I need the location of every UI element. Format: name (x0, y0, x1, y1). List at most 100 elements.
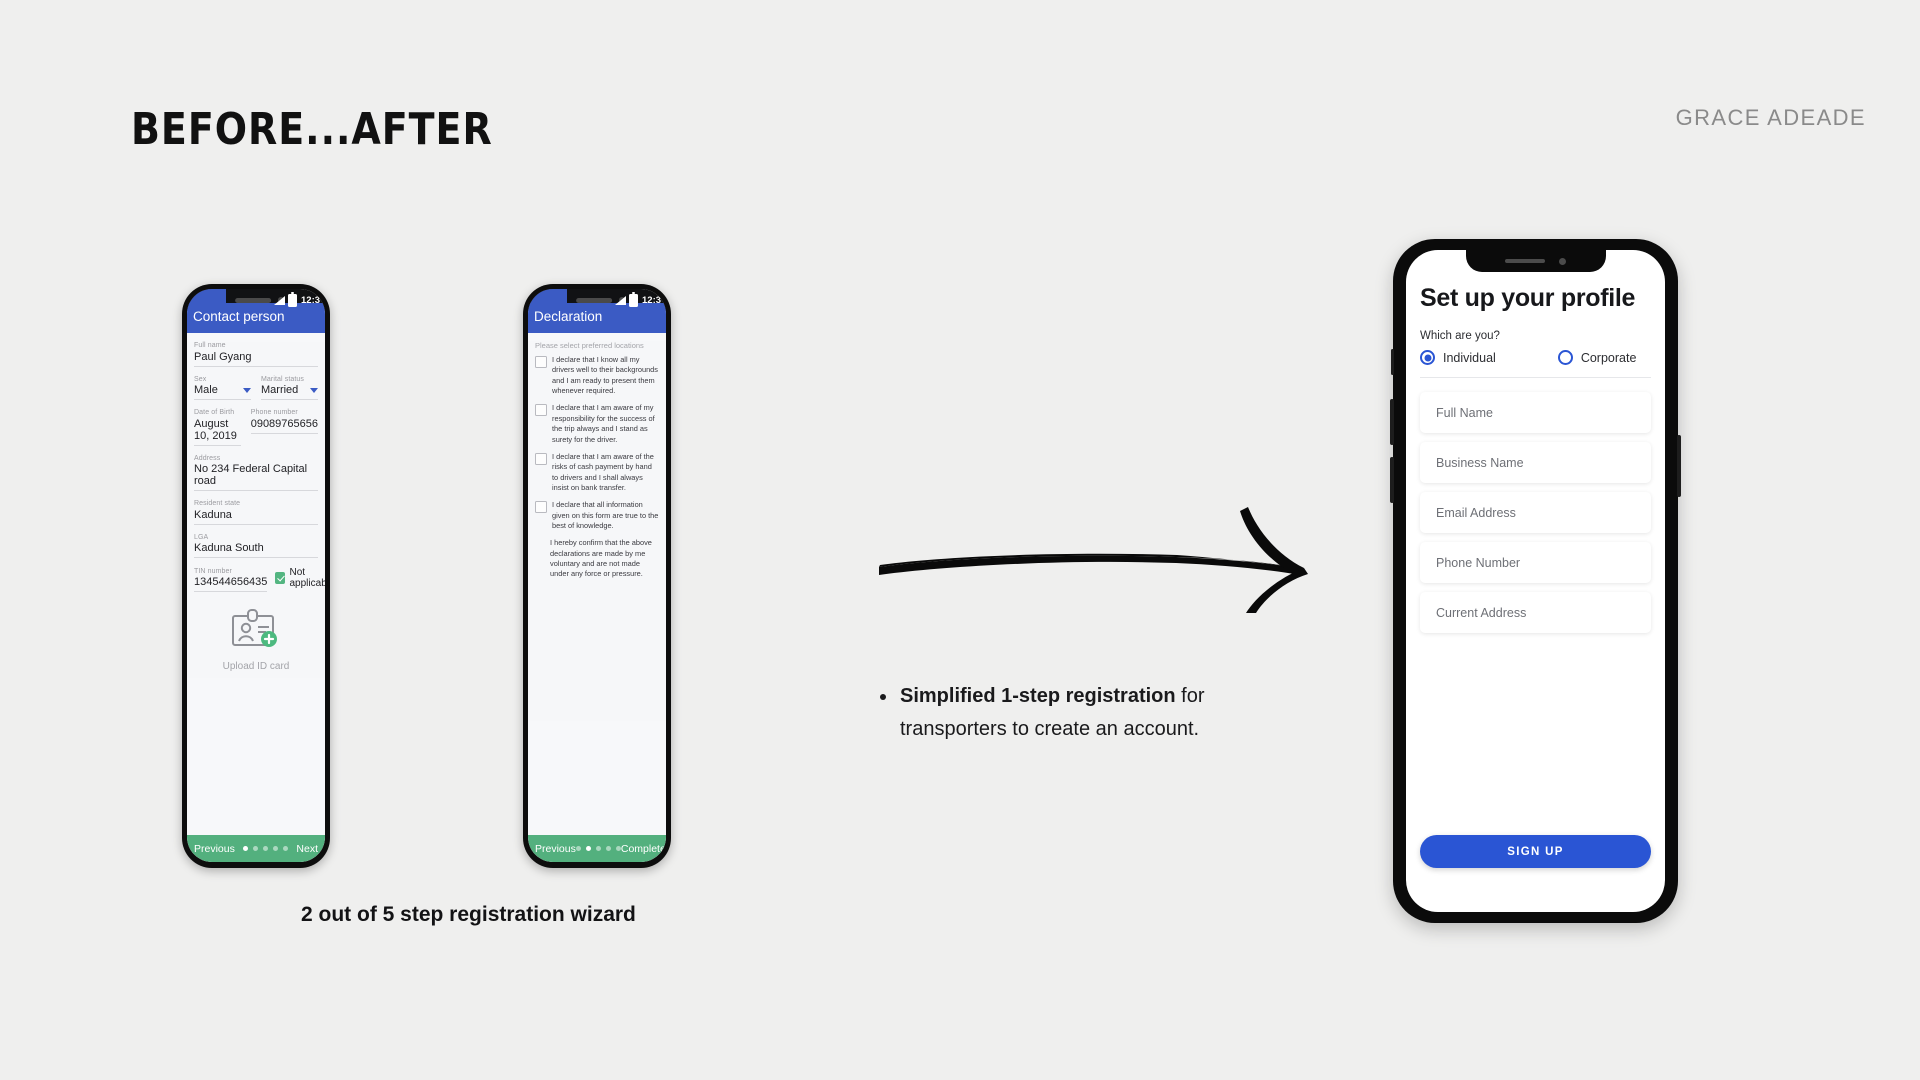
appbar-notch-fill (528, 289, 567, 305)
wizard-footer: Previous Complete (528, 835, 666, 862)
phone-screen: 12:3 Declaration Please select preferred… (528, 289, 666, 862)
contact-person-form: Full name Paul Gyang Sex Male Marital st… (187, 342, 325, 678)
declaration-item[interactable]: I declare that all information given on … (535, 500, 659, 531)
field-label: Address (194, 454, 221, 462)
app-bar: Declaration (528, 289, 666, 333)
app-bar-title: Contact person (193, 309, 285, 324)
step-dot (283, 846, 289, 851)
field-value: Kaduna South (194, 541, 318, 558)
declaration-item[interactable]: I declare that I know all my drivers wel… (535, 355, 659, 396)
radio-label: Individual (1443, 350, 1496, 365)
bullet-bold-text: Simplified 1-step registration (900, 685, 1176, 707)
field-lga[interactable]: LGA Kaduna South (194, 533, 318, 558)
hand-drawn-arrow (879, 507, 1308, 613)
declaration-text: I declare that I am aware of the risks o… (552, 451, 654, 492)
current-address-input[interactable]: Current Address (1420, 592, 1651, 633)
declaration-item[interactable]: I declare that I am aware of my responsi… (535, 403, 659, 444)
declaration-text: I declare that I know all my drivers wel… (552, 355, 658, 396)
radio-option-corporate[interactable]: Corporate (1557, 350, 1636, 365)
phone-screen: 12:3 Contact person Full name Paul Gyang… (187, 289, 325, 862)
field-value: 09089765656 (250, 416, 318, 434)
bullet-item: Simplified 1-step registration for trans… (898, 680, 1302, 746)
radio-selected-icon[interactable] (1420, 350, 1435, 365)
field-label: Marital status (261, 375, 305, 383)
app-bar-title: Declaration (534, 309, 603, 324)
not-applicable-checkbox[interactable]: Not applicable (275, 567, 325, 592)
step-dot (243, 846, 249, 851)
previous-button[interactable]: Previous (535, 843, 576, 855)
field-label: Date of Birth (194, 409, 235, 416)
caption-after: Simplified 1-step registration for trans… (872, 680, 1302, 746)
field-label: Full name (194, 342, 226, 349)
mute-switch[interactable] (1391, 349, 1394, 375)
previous-button[interactable]: Previous (194, 843, 235, 855)
field-full-name[interactable]: Full name Paul Gyang (194, 342, 318, 367)
step-indicator (243, 846, 289, 851)
checkbox-checked-icon[interactable] (275, 572, 285, 584)
caption-before: 2 out of 5 step registration wizard (301, 903, 636, 926)
upload-id-card-area[interactable]: Upload ID card (194, 592, 318, 678)
chevron-down-icon[interactable] (310, 387, 318, 393)
earpiece-speaker (1505, 258, 1545, 264)
checkbox-unchecked-icon[interactable] (535, 404, 547, 417)
signal-triangle-icon (615, 295, 626, 305)
field-sex[interactable]: Sex Male (194, 375, 251, 400)
checkbox-unchecked-icon[interactable] (535, 501, 547, 514)
business-name-input[interactable]: Business Name (1420, 442, 1651, 483)
checkbox-unchecked-icon[interactable] (535, 452, 547, 465)
battery-icon (629, 291, 638, 307)
step-dot (605, 846, 611, 851)
step-indicator (575, 846, 621, 851)
field-resident-state[interactable]: Resident state Kaduna (194, 500, 318, 525)
field-value: Paul Gyang (194, 349, 318, 367)
checkbox-unchecked-icon[interactable] (535, 356, 547, 368)
declaration-note: I hereby confirm that the above declarat… (550, 538, 652, 579)
phone-before-step-2: 12:3 Declaration Please select preferred… (523, 284, 671, 868)
field-tin-row: TIN number 134544656435 Not applicable (194, 567, 325, 592)
volume-up-button[interactable] (1390, 399, 1394, 445)
step-dot (575, 846, 581, 851)
field-value: August 10, 2019 (194, 416, 241, 446)
phone-screen: Set up your profile Which are you? Indiv… (1406, 250, 1665, 912)
radio-option-individual[interactable]: Individual (1420, 350, 1496, 365)
field-marital-status[interactable]: Marital status Married (261, 375, 318, 400)
field-tin-number[interactable]: TIN number 134544656435 (194, 567, 268, 592)
declaration-form: Please select preferred locations I decl… (528, 341, 666, 721)
step-dot (263, 846, 269, 851)
field-date-of-birth[interactable]: Date of Birth August 10, 2019 (194, 409, 241, 446)
account-type-question: Which are you? (1420, 330, 1500, 342)
phone-number-input[interactable]: Phone Number (1420, 542, 1651, 583)
next-button[interactable]: Next (296, 843, 318, 855)
page-title: BEFORE...AFTER (131, 104, 493, 155)
earpiece-speaker (235, 298, 272, 303)
field-value: No 234 Federal Capital road (194, 462, 318, 491)
radio-unselected-icon[interactable] (1557, 350, 1573, 365)
volume-down-button[interactable] (1390, 457, 1394, 503)
author-name: GRACE ADEADE (1675, 105, 1866, 130)
chevron-down-icon[interactable] (243, 387, 251, 393)
field-label: TIN number (194, 567, 232, 575)
signup-form: Full Name Business Name Email Address Ph… (1420, 392, 1651, 633)
signup-screen: Set up your profile Which are you? Indiv… (1406, 250, 1665, 633)
field-address[interactable]: Address No 234 Federal Capital road (194, 454, 318, 491)
sign-up-button[interactable]: SIGN UP (1420, 835, 1651, 868)
field-label: LGA (194, 533, 209, 541)
field-label: Sex (194, 375, 207, 383)
declaration-item[interactable]: I declare that I am aware of the risks o… (535, 452, 659, 493)
app-bar: Contact person (187, 289, 325, 333)
earpiece-speaker (576, 298, 613, 303)
step-dot (253, 846, 259, 851)
appbar-notch-fill (187, 289, 226, 305)
status-time: 12:3 (301, 294, 321, 306)
declaration-text: I declare that all information given on … (552, 500, 659, 531)
complete-button[interactable]: Complete (621, 843, 666, 855)
full-name-input[interactable]: Full Name (1420, 392, 1651, 433)
phone-before-step-1: 12:3 Contact person Full name Paul Gyang… (182, 284, 330, 868)
field-phone-number[interactable]: Phone number 09089765656 (250, 409, 318, 446)
field-label: Resident state (194, 500, 241, 507)
email-address-input[interactable]: Email Address (1420, 492, 1651, 533)
not-applicable-label: Not applicable (289, 567, 326, 589)
screen-title: Set up your profile (1420, 284, 1636, 312)
power-button[interactable] (1677, 435, 1681, 497)
field-value: 134544656435 (194, 575, 268, 592)
